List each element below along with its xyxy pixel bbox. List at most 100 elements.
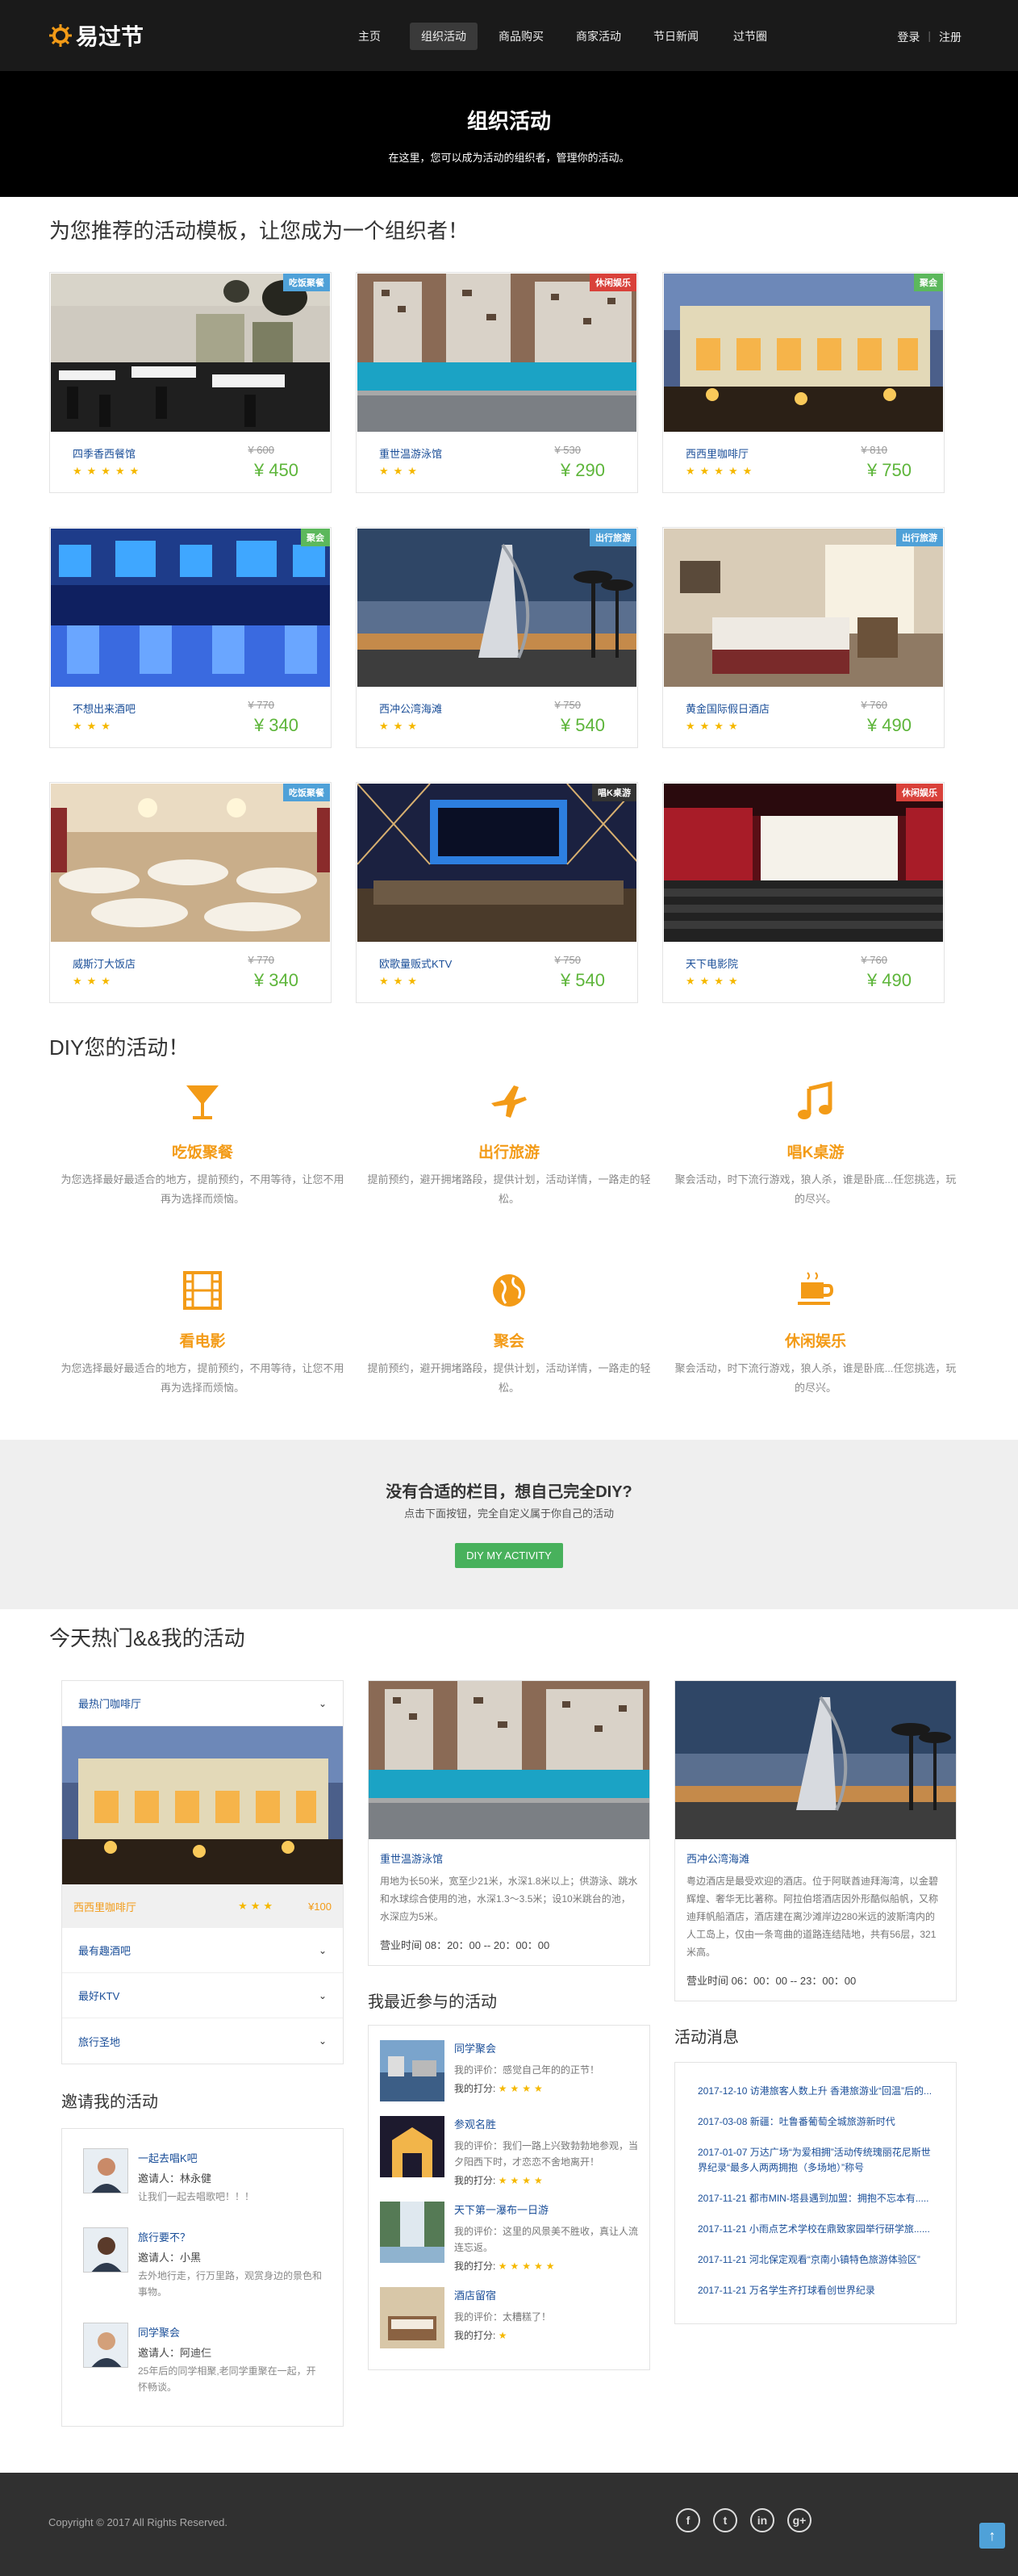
template-card-image[interactable] xyxy=(664,529,943,687)
pool-photo xyxy=(369,1681,649,1839)
accordion-place-name[interactable]: 西西里咖啡厅 xyxy=(73,1899,238,1914)
template-card-old-price: ¥ 750 xyxy=(554,954,581,966)
login-link[interactable]: 登录 xyxy=(897,29,920,45)
coffee-icon xyxy=(793,1268,838,1313)
template-card-name[interactable]: 不想出来酒吧 xyxy=(73,700,136,716)
template-card-image[interactable] xyxy=(51,274,330,432)
template-card-stars: ★★★★ xyxy=(686,975,743,987)
template-card-stars: ★★★ xyxy=(379,720,422,732)
template-card[interactable]: 出行旅游 西冲公湾海滩 ¥ 750 ★★★ ¥ 540 xyxy=(356,527,638,748)
template-card[interactable]: 唱K桌游 欧歌量贩式KTV ¥ 750 ★★★ ¥ 540 xyxy=(356,782,638,1003)
google-plus-icon[interactable]: g+ xyxy=(787,2508,811,2532)
joined-rating: 我的打分: ★★★★ xyxy=(454,2173,638,2187)
template-card[interactable]: 吃饭聚餐 威斯汀大饭店 ¥ 770 ★★★ ¥ 340 xyxy=(49,782,332,1003)
template-card-name[interactable]: 天下电影院 xyxy=(686,956,738,971)
back-to-top-button[interactable]: ↑ xyxy=(979,2523,1005,2549)
news-item[interactable]: 2017-03-08 新疆：吐鲁番葡萄全城旅游新时代 xyxy=(698,2114,933,2130)
template-card-name[interactable]: 重世温游泳馆 xyxy=(379,445,442,461)
diy-feature-title[interactable]: 聚会 xyxy=(356,1329,662,1351)
nav-item-shop[interactable]: 商品购买 xyxy=(487,23,555,50)
template-card-image[interactable] xyxy=(357,274,636,432)
avatar[interactable] xyxy=(83,2227,128,2273)
plane-icon xyxy=(486,1079,532,1124)
template-card-old-price: ¥ 760 xyxy=(861,954,887,966)
register-link[interactable]: 注册 xyxy=(939,29,962,45)
accordion-row-travel[interactable]: 旅行圣地 ⌄ xyxy=(62,2018,343,2064)
template-card-name[interactable]: 四季香西餐馆 xyxy=(73,445,136,461)
accordion-row-bar[interactable]: 最有趣酒吧 ⌄ xyxy=(62,1928,343,1973)
joined-thumbnail[interactable] xyxy=(380,2040,444,2101)
template-card-name[interactable]: 西西里咖啡厅 xyxy=(686,445,749,461)
invite-title[interactable]: 旅行要不？ xyxy=(138,2229,322,2244)
news-item[interactable]: 2017-11-21 小雨点艺术学校在鼎致家园举行研学旅...... xyxy=(698,2222,933,2237)
template-card[interactable]: 聚会 不想出来酒吧 ¥ 770 ★★★ ¥ 340 xyxy=(49,527,332,748)
accordion-header-cafe[interactable]: 最热门咖啡厅 ⌄ xyxy=(62,1681,343,1726)
joined-thumbnail[interactable] xyxy=(380,2116,444,2177)
invite-message: 去外地行走，行万里路，观赏身边的景色和事物。 xyxy=(138,2270,323,2298)
template-card[interactable]: 休闲娱乐 天下电影院 ¥ 760 ★★★★ ¥ 490 xyxy=(662,782,945,1003)
diy-feature[interactable]: 看电影 为您选择最好最适合的地方，提前预约，不用等待，让您不用再为选择而烦恼。 xyxy=(49,1268,356,1429)
joined-title[interactable]: 同学聚会 xyxy=(454,2040,599,2055)
diy-my-activity-button[interactable]: DIY MY ACTIVITY xyxy=(455,1543,563,1568)
joined-thumbnail[interactable] xyxy=(380,2202,444,2263)
diy-feature[interactable]: 休闲娱乐 聚会活动，时下流行游戏，狼人杀，谁是卧底...任您挑选，玩的尽兴。 xyxy=(662,1268,969,1429)
diy-feature[interactable]: 出行旅游 提前预约，避开拥堵路段，提供计划，活动详情，一路走的轻松。 xyxy=(356,1079,662,1240)
template-card-image[interactable] xyxy=(664,784,943,942)
accordion-row-ktv[interactable]: 最好KTV ⌄ xyxy=(62,1973,343,2018)
logo[interactable]: 易过节 xyxy=(48,19,144,52)
news-item[interactable]: 2017-11-21 万名学生齐打球看创世界纪录 xyxy=(698,2283,933,2298)
diy-feature[interactable]: 唱K桌游 聚会活动，时下流行游戏，狼人杀，谁是卧底...任您挑选，玩的尽兴。 xyxy=(662,1079,969,1240)
nav-item-home[interactable]: 主页 xyxy=(339,23,400,50)
template-card-price: ¥ 290 xyxy=(560,460,605,480)
invite-title[interactable]: 一起去唱K吧 xyxy=(138,2150,254,2165)
joined-title[interactable]: 酒店留宿 xyxy=(454,2287,551,2302)
template-card[interactable]: 吃饭聚餐 四季香西餐馆 ¥ 600 ★★★★★ ¥ 450 xyxy=(49,272,332,493)
joined-item: 天下第一瀑布一日游 我的评价：这里的风景美不胜收，真让人流连忘返。 我的打分: … xyxy=(380,2202,638,2273)
twitter-icon[interactable]: t xyxy=(713,2508,737,2532)
template-card-name[interactable]: 黄金国际假日酒店 xyxy=(686,700,770,716)
template-card-name[interactable]: 西冲公湾海滩 xyxy=(379,700,442,716)
joined-stars: ★★★★ xyxy=(498,2083,546,2094)
diy-feature-title[interactable]: 休闲娱乐 xyxy=(662,1329,969,1351)
news-item[interactable]: 2017-12-10 访港旅客人数上升 香港旅游业“回温”后的... xyxy=(698,2084,933,2099)
template-card-name[interactable]: 欧歌量贩式KTV xyxy=(379,956,452,971)
nav-item-news[interactable]: 节日新闻 xyxy=(642,23,710,50)
joined-title[interactable]: 参观名胜 xyxy=(454,2116,638,2131)
template-card[interactable]: 聚会 西西里咖啡厅 ¥ 810 ★★★★★ ¥ 750 xyxy=(662,272,945,493)
joined-thumbnail[interactable] xyxy=(380,2287,444,2348)
avatar[interactable] xyxy=(83,2323,128,2368)
diy-feature[interactable]: 聚会 提前预约，避开拥堵路段，提供计划，活动详情，一路走的轻松。 xyxy=(356,1268,662,1429)
news-item[interactable]: 2017-01-07 万达广场“为爱相拥”活动传统瑰丽花尼斯世界纪录“最多人两两… xyxy=(698,2145,933,2176)
joined-rating: 我的打分: ★ xyxy=(454,2328,551,2342)
joined-title[interactable]: 天下第一瀑布一日游 xyxy=(454,2202,638,2217)
nav-item-organize[interactable]: 组织活动 xyxy=(410,23,478,50)
template-card-old-price: ¥ 770 xyxy=(248,699,274,711)
ktv-photo xyxy=(357,784,636,942)
template-card-image[interactable] xyxy=(51,529,330,687)
linkedin-icon[interactable]: in xyxy=(750,2508,774,2532)
template-card-image[interactable] xyxy=(51,784,330,942)
facebook-icon[interactable]: f xyxy=(676,2508,700,2532)
beach-name[interactable]: 西冲公湾海滩 xyxy=(686,1850,945,1866)
template-card-image[interactable] xyxy=(357,529,636,687)
nav-item-circle[interactable]: 过节圈 xyxy=(720,23,781,50)
template-card[interactable]: 休闲娱乐 重世温游泳馆 ¥ 530 ★★★ ¥ 290 xyxy=(356,272,638,493)
template-card-old-price: ¥ 810 xyxy=(861,444,887,456)
hot-section: 今天热门&&我的活动 最热门咖啡厅 ⌄ 西西里咖啡厅 ★★★ ¥100 最有趣酒吧… xyxy=(49,1622,969,2429)
invite-title[interactable]: 同学聚会 xyxy=(138,2324,322,2340)
diy-feature-title[interactable]: 吃饭聚餐 xyxy=(49,1140,356,1162)
template-card-image[interactable] xyxy=(357,784,636,942)
diy-feature-title[interactable]: 唱K桌游 xyxy=(662,1140,969,1162)
avatar[interactable] xyxy=(83,2148,128,2193)
pool-name[interactable]: 重世温游泳馆 xyxy=(380,1850,638,1866)
nav-item-merchant[interactable]: 商家活动 xyxy=(565,23,632,50)
diy-feature[interactable]: 吃饭聚餐 为您选择最好最适合的地方，提前预约，不用等待，让您不用再为选择而烦恼。 xyxy=(49,1079,356,1240)
diy-feature-title[interactable]: 出行旅游 xyxy=(356,1140,662,1162)
news-item[interactable]: 2017-11-21 都市MIN-塔县遇到加盟：拥抱不忘本有..... xyxy=(698,2191,933,2206)
diy-feature-title[interactable]: 看电影 xyxy=(49,1329,356,1351)
template-card-name[interactable]: 威斯汀大饭店 xyxy=(73,956,136,971)
template-card-image[interactable] xyxy=(664,274,943,432)
template-card[interactable]: 出行旅游 黄金国际假日酒店 ¥ 760 ★★★★ ¥ 490 xyxy=(662,527,945,748)
accordion-label: 最热门咖啡厅 xyxy=(78,1698,142,1710)
news-item[interactable]: 2017-11-21 河北保定观看“京南小镇特色旅游体验区” xyxy=(698,2252,933,2268)
